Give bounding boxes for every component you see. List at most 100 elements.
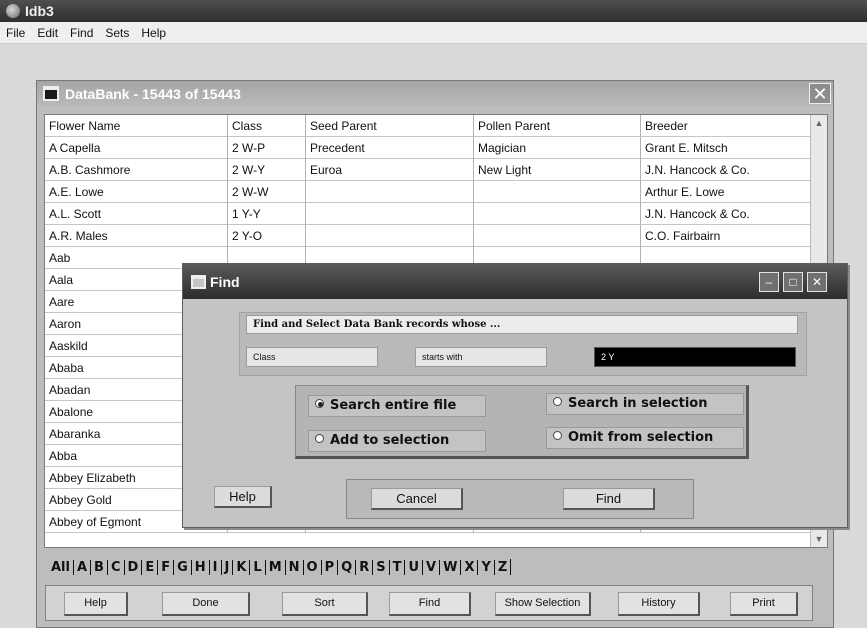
menu-help[interactable]: Help (135, 26, 172, 40)
alphabet-letter-link[interactable]: H (190, 559, 209, 575)
databank-title-bar[interactable]: DataBank - 15443 of 15443 (37, 81, 833, 106)
search-value-input[interactable]: 2 Y (594, 347, 796, 367)
databank-title: DataBank - 15443 of 15443 (65, 85, 241, 102)
done-button[interactable]: Done (162, 592, 250, 616)
alphabet-letter-link[interactable]: P (320, 559, 338, 575)
show-selection-button[interactable]: Show Selection (495, 592, 591, 616)
minimize-icon[interactable]: – (759, 272, 779, 292)
cell-pollen-parent: New Light (474, 159, 641, 181)
alphabet-letter-link[interactable]: D (123, 559, 142, 575)
cell-class: 2 W-P (228, 137, 306, 159)
help-button[interactable]: Help (214, 486, 272, 508)
alphabet-letter-link[interactable]: Z (493, 559, 510, 575)
column-header-pollen-parent[interactable]: Pollen Parent (474, 115, 641, 137)
scroll-up-icon[interactable]: ▲ (811, 115, 827, 131)
alphabet-letter-link[interactable]: Y (477, 559, 493, 575)
column-header-seed-parent[interactable]: Seed Parent (306, 115, 474, 137)
cell-flower-name: A.R. Males (45, 225, 228, 247)
field-select[interactable]: Class (246, 347, 378, 367)
radio-search-in-selection[interactable]: Search in selection (546, 393, 744, 415)
cell-breeder: Arthur E. Lowe (641, 181, 811, 203)
scroll-down-icon[interactable]: ▼ (811, 531, 827, 547)
alphabet-letter-link[interactable]: F (157, 559, 173, 575)
alphabet-letter-link[interactable]: U (404, 559, 422, 575)
close-icon[interactable]: ✕ (807, 272, 827, 292)
history-button[interactable]: History (618, 592, 700, 616)
alphabet-letter-link[interactable]: A (72, 559, 90, 575)
alphabet-letter-link[interactable]: G (173, 559, 191, 575)
cancel-button[interactable]: Cancel (371, 488, 463, 510)
window-icon (191, 274, 206, 289)
find-submit-button[interactable]: Find (563, 488, 655, 510)
cell-flower-name: A Capella (45, 137, 228, 159)
sort-button[interactable]: Sort (282, 592, 368, 616)
search-criteria-panel: Find and Select Data Bank records whose … (239, 312, 807, 376)
cell-seed-parent (306, 225, 474, 247)
cell-flower-name: A.E. Lowe (45, 181, 228, 203)
close-icon[interactable]: ✕ (809, 83, 831, 104)
alphabet-letter-link[interactable]: C (106, 559, 124, 575)
cell-breeder: J.N. Hancock & Co. (641, 203, 811, 225)
help-button[interactable]: Help (64, 592, 128, 616)
alphabet-letter-link[interactable]: L (249, 559, 264, 575)
menu-edit[interactable]: Edit (31, 26, 64, 40)
cell-class: 2 W-Y (228, 159, 306, 181)
column-header-class[interactable]: Class (228, 115, 306, 137)
menu-find[interactable]: Find (64, 26, 99, 40)
alphabet-letter-link[interactable]: E (141, 559, 157, 575)
table-row[interactable]: A.L. Scott 1 Y-Y J.N. Hancock & Co. (45, 203, 811, 225)
alphabet-letter-link[interactable]: I (208, 559, 221, 575)
radio-search-entire-file[interactable]: Search entire file (308, 395, 486, 417)
radio-icon (553, 431, 562, 440)
alphabet-letter-link[interactable]: V (422, 559, 439, 575)
alphabet-letter-link[interactable]: X (460, 559, 477, 575)
radio-icon (553, 397, 562, 406)
cell-class: 2 Y-O (228, 225, 306, 247)
alphabet-letter-link[interactable]: S (372, 559, 388, 575)
column-header-breeder[interactable]: Breeder (641, 115, 811, 137)
cell-flower-name: A.B. Cashmore (45, 159, 228, 181)
alphabet-letter-link[interactable]: Q (337, 559, 355, 575)
menu-bar: File Edit Find Sets Help (0, 22, 867, 44)
cell-pollen-parent (474, 181, 641, 203)
radio-add-to-selection[interactable]: Add to selection (308, 430, 486, 452)
table-row[interactable]: A.B. Cashmore 2 W-Y Euroa New Light J.N. Han… (45, 159, 811, 181)
alphabet-letter-link[interactable]: K (232, 559, 249, 575)
window-icon (43, 86, 59, 101)
alphabet-letter-link[interactable]: R (355, 559, 372, 575)
alphabet-letter-link[interactable]: M (264, 559, 285, 575)
dialog-action-panel: Cancel Find (346, 479, 694, 519)
cell-class: 1 Y-Y (228, 203, 306, 225)
cell-seed-parent (306, 203, 474, 225)
table-row[interactable]: A Capella 2 W-P Precedent Magician Grant E. … (45, 137, 811, 159)
alphabet-letter-link[interactable]: O (302, 559, 321, 575)
radio-selected-icon (315, 399, 324, 408)
cell-flower-name: A.L. Scott (45, 203, 228, 225)
alphabet-letter-link[interactable]: N (284, 559, 303, 575)
menu-sets[interactable]: Sets (99, 26, 135, 40)
alphabet-letter-link[interactable]: T (388, 559, 405, 575)
find-dialog-title-bar[interactable]: Find (183, 264, 847, 299)
operator-select[interactable]: starts with (415, 347, 547, 367)
cell-pollen-parent (474, 225, 641, 247)
find-dialog-title: Find (210, 273, 240, 290)
search-scope-options: Search entire file Search in selection A… (295, 385, 749, 459)
find-dialog: Find – □ ✕ Find and Select Data Bank rec… (182, 263, 848, 528)
maximize-icon[interactable]: □ (783, 272, 803, 292)
alphabet-letter-link[interactable]: W (439, 559, 460, 575)
find-button[interactable]: Find (389, 592, 471, 616)
cell-pollen-parent: Magician (474, 137, 641, 159)
alphabet-all-link[interactable]: All (51, 560, 73, 575)
alphabet-letter-link[interactable]: B (90, 559, 107, 575)
radio-omit-from-selection[interactable]: Omit from selection (546, 427, 744, 449)
alphabet-letter-link[interactable]: J (220, 559, 233, 575)
column-header-flower-name[interactable]: Flower Name (45, 115, 228, 137)
app-title: Idb3 (25, 3, 54, 19)
radio-icon (315, 434, 324, 443)
cell-breeder: J.N. Hancock & Co. (641, 159, 811, 181)
table-row[interactable]: A.R. Males 2 Y-O C.O. Fairbairn (45, 225, 811, 247)
cell-seed-parent: Euroa (306, 159, 474, 181)
table-row[interactable]: A.E. Lowe 2 W-W Arthur E. Lowe (45, 181, 811, 203)
menu-file[interactable]: File (0, 26, 31, 40)
print-button[interactable]: Print (730, 592, 798, 616)
